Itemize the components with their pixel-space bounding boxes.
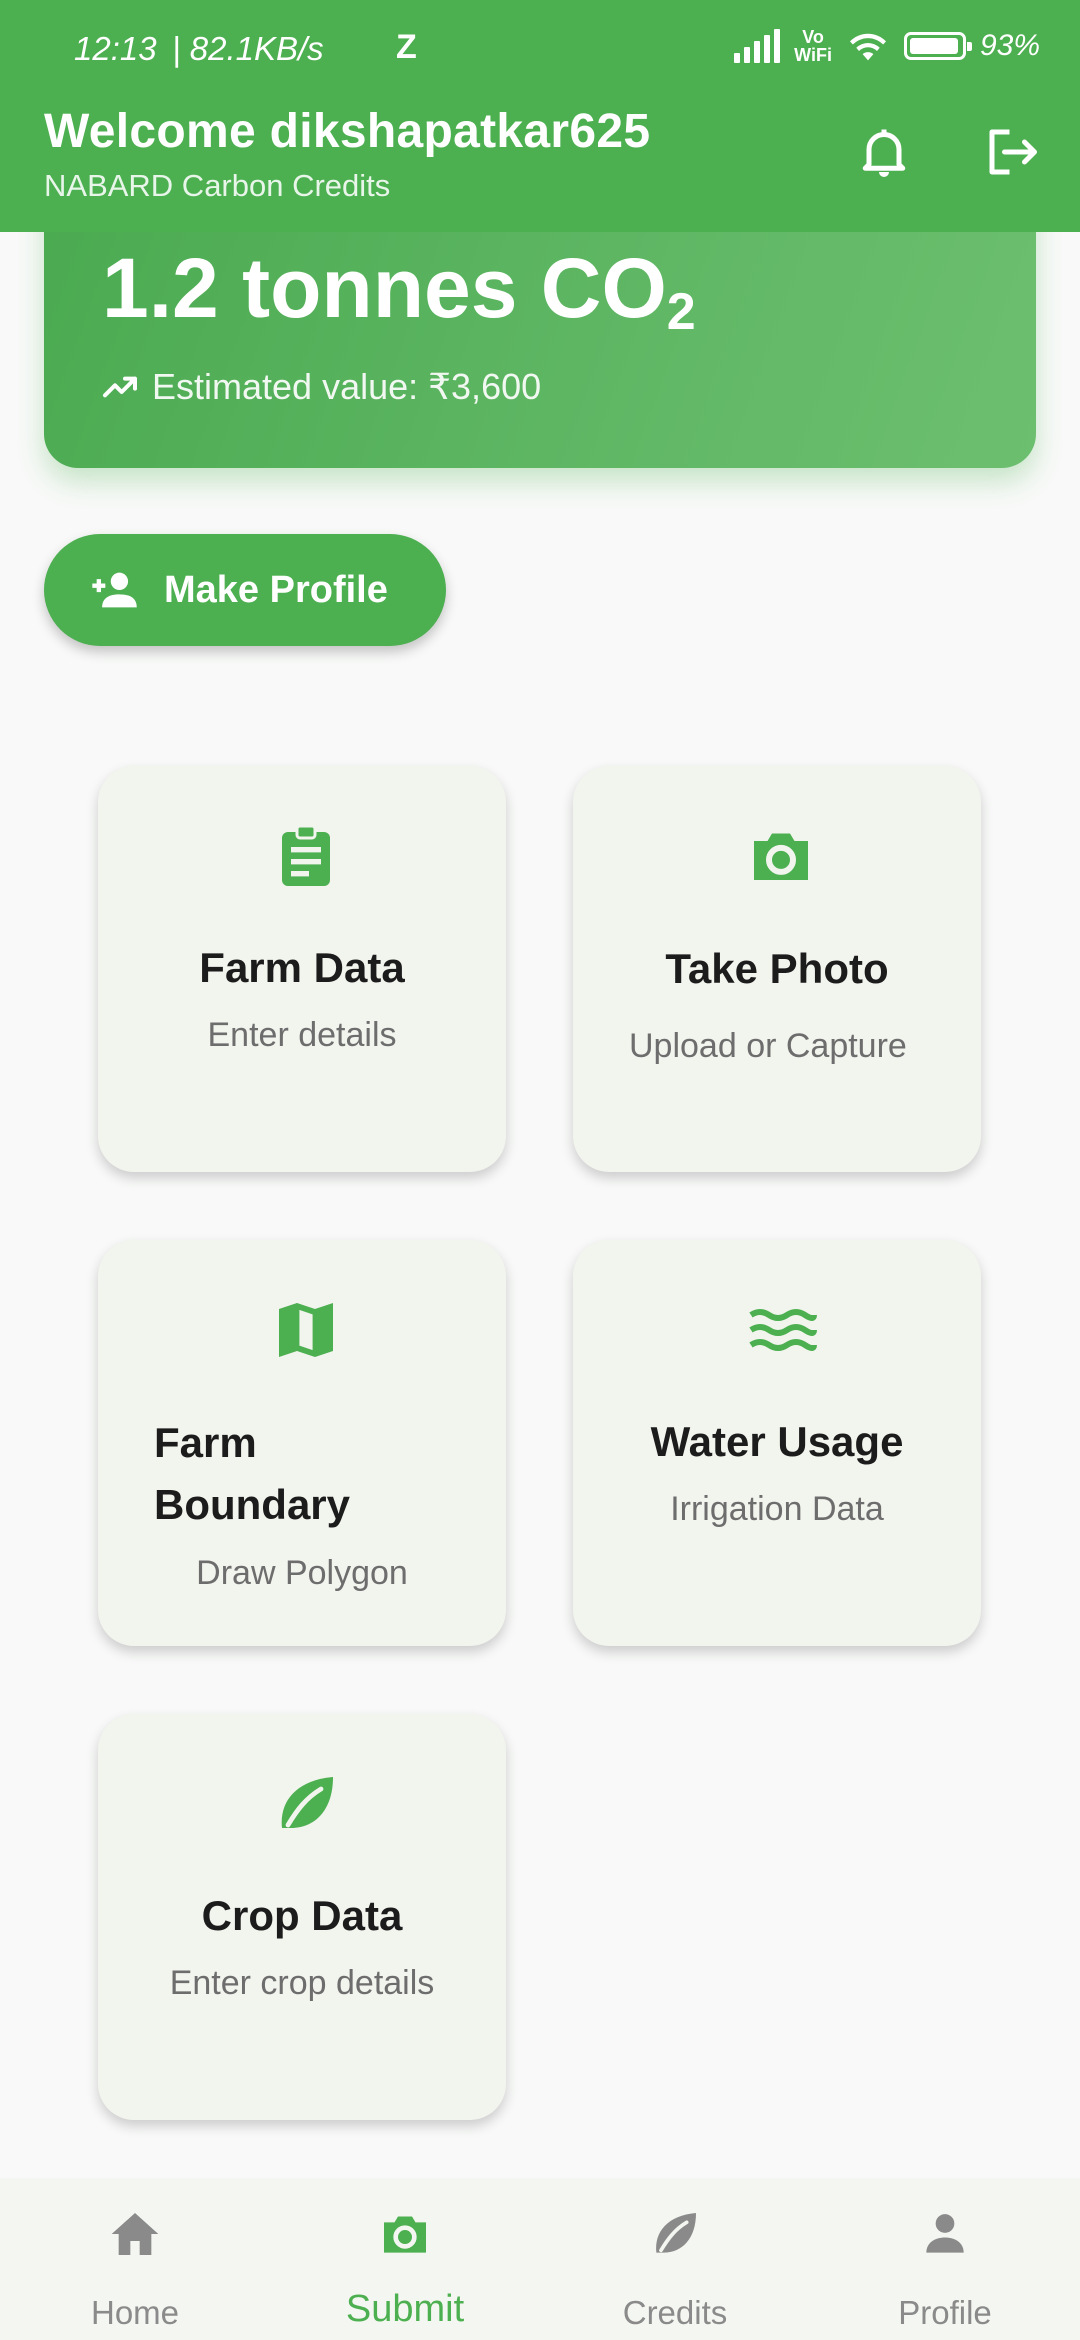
crop-data-card[interactable]: Crop Data Enter crop details [98, 1714, 506, 2120]
estimated-value: Estimated value: ₹3,600 [100, 366, 541, 408]
vowifi-icon: Vo WiFi [794, 27, 832, 65]
tile-title: Farm Boundary [154, 1419, 351, 1528]
tile-title: Take Photo [665, 945, 889, 992]
app-bar: 12:13 | 82.1KB/s Z Vo WiFi 93% Welcome di… [0, 0, 1080, 232]
page-subtitle: NABARD Carbon Credits [44, 168, 391, 203]
tile-subtitle: Enter crop details [169, 1964, 435, 2002]
signal-icon [734, 29, 781, 63]
tile-subtitle: Enter details [207, 1016, 397, 1054]
status-extra-icon: Z [396, 28, 417, 66]
tile-subtitle: Irrigation Data [670, 1490, 884, 1528]
nav-item-profile[interactable]: Profile [810, 2178, 1080, 2340]
nav-label: Profile [898, 2294, 992, 2331]
take-photo-card[interactable]: Take Photo Upload or Capture [573, 766, 981, 1172]
nav-label: Home [90, 2294, 180, 2331]
camera-icon [384, 2216, 426, 2253]
nav-label: Credits [622, 2294, 728, 2331]
make-profile-label: Make Profile [164, 568, 388, 611]
logout-icon[interactable] [982, 122, 1042, 182]
page-title: Welcome dikshapatkar625 [44, 105, 651, 158]
bottom-navigation: Home Submit Credits Profile [0, 2178, 1080, 2340]
tile-title: Farm Data [199, 944, 405, 991]
home-icon [111, 2213, 159, 2255]
leaf-icon [281, 1777, 333, 1828]
make-profile-button[interactable]: Make Profile [44, 534, 446, 646]
water-usage-card[interactable]: Water Usage Irrigation Data [573, 1240, 981, 1646]
nav-item-submit[interactable]: Submit [270, 2178, 540, 2340]
status-time: 12:13 [74, 30, 157, 67]
credit-amount: 1.2 tonnes CO2 [102, 241, 696, 341]
status-network-speed: | 82.1KB/s [172, 30, 324, 67]
farm-boundary-card[interactable]: Farm Boundary Draw Polygon [98, 1240, 506, 1646]
trending-up-icon [103, 376, 137, 398]
estimated-value-text: Estimated value: ₹3,600 [152, 366, 542, 407]
bell-icon[interactable] [854, 122, 914, 182]
nav-label: Submit [345, 2288, 465, 2330]
battery-icon [903, 32, 972, 60]
leaf-icon [656, 2213, 696, 2253]
person-icon [926, 2214, 964, 2253]
wifi-icon [849, 33, 886, 61]
status-right: Vo WiFi 93% [734, 28, 1040, 64]
battery-percent: 93% [979, 29, 1040, 62]
status-bar: 12:13 | 82.1KB/s Z Vo WiFi 93% [0, 0, 1080, 100]
clipboard-icon [282, 824, 330, 886]
nav-item-credits[interactable]: Credits [540, 2178, 810, 2340]
tile-title: Water Usage [650, 1418, 904, 1465]
tile-subtitle: Draw Polygon [196, 1554, 408, 1592]
tile-subtitle: Upload or Capture [629, 1027, 907, 1065]
map-icon [279, 1303, 333, 1357]
tile-title: Crop Data [201, 1892, 403, 1939]
farm-data-card[interactable]: Farm Data Enter details [98, 766, 506, 1172]
water-icon [749, 1309, 817, 1351]
camera-icon [754, 833, 808, 880]
add-person-icon [92, 572, 137, 608]
nav-item-home[interactable]: Home [0, 2178, 270, 2340]
